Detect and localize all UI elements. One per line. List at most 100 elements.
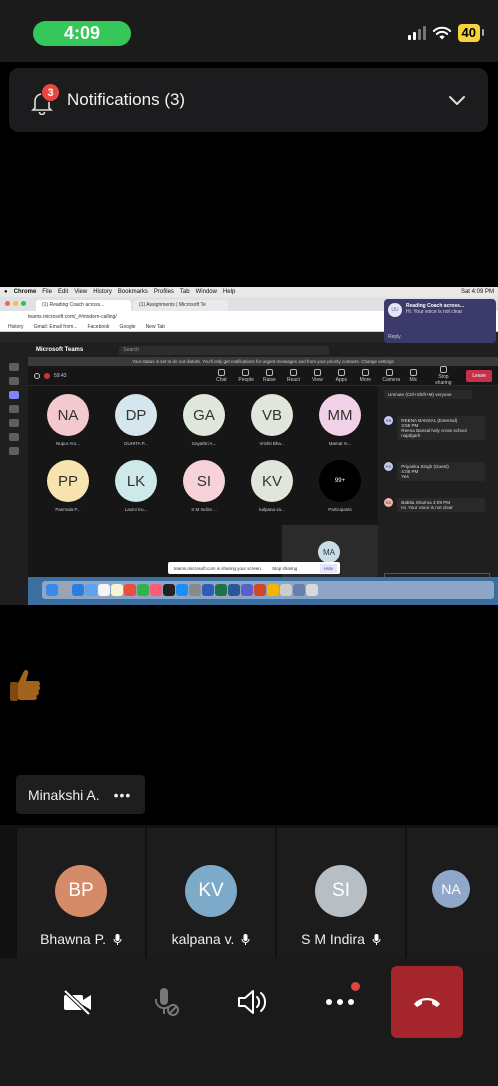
- chrome-icon: [267, 584, 279, 596]
- chat-text: Reena Bansal holy cross school najafgarh: [401, 428, 467, 438]
- chat-message: Unmute (Ctrl+Shift+M) veryone: [384, 390, 472, 399]
- avatar: BS: [384, 498, 393, 507]
- participant-tile[interactable]: NA: [407, 828, 498, 958]
- teams-search: Search: [119, 345, 330, 355]
- participant-tile: LK Laxmi Ku...: [106, 460, 166, 512]
- toolbar-more: More: [358, 368, 372, 383]
- more-button[interactable]: [304, 966, 376, 1038]
- chat-message: RB REENA BANSAL (External) 3:58 PM Reena…: [384, 416, 486, 440]
- folder-icon: [293, 584, 305, 596]
- bookmark-item: History: [8, 323, 24, 330]
- toolbar-mic: Mic: [406, 368, 420, 383]
- shared-screen[interactable]: ● Chrome File Edit View History Bookmark…: [0, 287, 498, 605]
- avatar: SI: [183, 460, 225, 502]
- recording-icon: [44, 372, 50, 379]
- self-video-tile: MA: [282, 525, 378, 583]
- avatar: VB: [251, 394, 293, 436]
- mac-menu-item: View: [74, 289, 88, 295]
- chevron-down-icon[interactable]: [448, 91, 466, 109]
- teams-meeting-window: 59:43 Chat People Raise React View Apps …: [28, 365, 498, 605]
- avatar: NA: [432, 870, 470, 908]
- speaker-button[interactable]: [216, 966, 288, 1038]
- teams-app-rail: [0, 357, 28, 605]
- mac-menu-item: History: [93, 289, 112, 295]
- more-options-icon[interactable]: •••: [114, 787, 132, 803]
- chat-text: Unmute (Ctrl+Shift+M) veryone: [384, 390, 472, 399]
- participant-name: kalpana va...: [259, 507, 285, 512]
- hide-button: Hide: [319, 563, 337, 573]
- chat-message: PS Priyanka Singh (Guest) 4:08 PM Yes: [384, 462, 486, 481]
- participant-tile: SI S M Indira ...: [174, 460, 234, 512]
- safari-icon: [72, 584, 84, 596]
- participant-tile: DP DUHITA P...: [106, 394, 166, 446]
- toolbar-apps: Apps: [334, 368, 348, 383]
- mic-off-icon: [154, 988, 179, 1016]
- mac-menu-item: Window: [195, 289, 217, 295]
- mac-menu-bar: ● Chrome File Edit View History Bookmark…: [0, 287, 498, 297]
- camera-off-icon: [63, 989, 91, 1015]
- avatar: MM: [319, 394, 361, 436]
- participant-strip: BP Bhawna P. KV kalpana v. SI S M Indira…: [0, 825, 498, 958]
- launchpad-icon: [59, 584, 71, 596]
- bell-icon: 3: [31, 83, 60, 115]
- participant-name: Parimala P...: [55, 507, 81, 512]
- participant-tile[interactable]: BP Bhawna P.: [17, 828, 145, 958]
- status-time[interactable]: 4:09: [33, 21, 131, 46]
- trash-icon: [306, 584, 318, 596]
- toolbar-camera: Camera: [382, 368, 400, 383]
- calls-icon: [9, 433, 19, 441]
- participant-tile[interactable]: SI S M Indira: [277, 828, 405, 958]
- powerpoint-icon: [254, 584, 266, 596]
- participant-name: Nupur Aro...: [55, 441, 80, 446]
- more-participants-tile: 99+ Participants: [310, 460, 370, 512]
- bookmark-item: Google: [119, 323, 136, 330]
- sharing-text: teams.microsoft.com is sharing your scre…: [174, 565, 263, 571]
- mic-toggle-button[interactable]: [130, 966, 202, 1038]
- shield-icon: [34, 372, 40, 379]
- speaker-name-chip[interactable]: Minakshi A. •••: [16, 775, 145, 814]
- music-icon: [150, 584, 162, 596]
- notification-count-badge: 3: [41, 83, 60, 102]
- chat-text: Yes: [401, 474, 409, 479]
- participant-name: kalpana v.: [171, 931, 235, 947]
- mic-icon: [241, 934, 250, 945]
- avatar: RB: [384, 416, 393, 425]
- participant-name: Bhawna P.: [40, 931, 106, 947]
- chat-bubble: Babita Sharma 4:09 PM Hi. Your voice is …: [397, 498, 486, 512]
- notes-icon: [111, 584, 123, 596]
- meeting-toolbar: 59:43 Chat People Raise React View Apps …: [28, 365, 498, 386]
- camera-toggle-button[interactable]: [42, 966, 114, 1038]
- sharing-indicator: teams.microsoft.com is sharing your scre…: [168, 562, 340, 574]
- tv-icon: [163, 584, 175, 596]
- toolbar-view: View: [310, 368, 324, 383]
- participant-label: Bhawna P.: [17, 931, 145, 947]
- reply-label: Reply: [388, 334, 401, 340]
- avatar: DP: [115, 394, 157, 436]
- call-controls: [0, 958, 498, 1086]
- participant-tile[interactable]: KV kalpana v.: [147, 828, 275, 958]
- word-icon: [228, 584, 240, 596]
- mac-menu-item: Profiles: [153, 289, 174, 295]
- preview-icon: [280, 584, 292, 596]
- participant-tile: NA Nupur Aro...: [38, 394, 98, 446]
- avatar: MA: [318, 541, 340, 563]
- mac-clock: Sat 4:09 PM: [460, 289, 494, 295]
- hang-up-icon: [414, 998, 440, 1007]
- participant-name: Mamat m...: [328, 441, 352, 446]
- end-call-button[interactable]: [391, 966, 463, 1038]
- chat-bubble: REENA BANSAL (External) 3:58 PM Reena Ba…: [397, 416, 486, 440]
- bookmark-item: Gmail: Email from...: [33, 323, 78, 330]
- avatar: NA: [47, 394, 89, 436]
- mac-teams-notification: UU Reading Coach across... Hi. Your voic…: [384, 299, 496, 343]
- speaker-video[interactable]: Minakshi A. •••: [0, 605, 498, 825]
- speaker-icon: [238, 990, 267, 1014]
- meeting-timer: 59:43: [54, 372, 67, 379]
- mac-menu-item: Edit: [57, 289, 69, 295]
- thumbs-up-icon: [10, 670, 41, 701]
- settings-icon: [189, 584, 201, 596]
- toolbar-chat: Chat: [214, 368, 228, 383]
- stop-sharing-link: Stop sharing: [272, 565, 298, 571]
- notifications-label: Notifications (3): [67, 90, 186, 109]
- notifications-banner[interactable]: 3 Notifications (3): [9, 68, 488, 132]
- participants-label: Participants: [328, 507, 352, 512]
